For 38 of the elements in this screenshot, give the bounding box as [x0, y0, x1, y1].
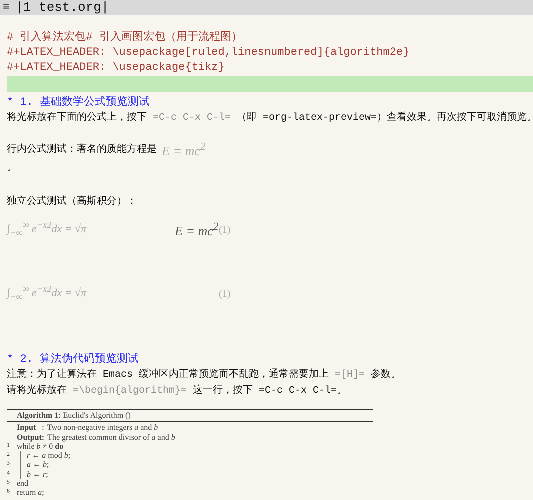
paragraph-text: 这一行，按下 =C-c C-x C-l=。 [192, 384, 348, 399]
io-text: Two non-negative integers a and b [47, 423, 158, 433]
paragraph-text: 。 [7, 162, 17, 176]
paragraph-text: 注意：为了让算法在 Emacs 缓冲区内正常预览而不乱跑，通常需要加上 [7, 368, 330, 383]
algorithm-step: end [17, 479, 29, 488]
paragraph-text: 将光标放在下面的公式上，按下 [7, 111, 148, 126]
formula-preview: E = mc$^{2}$ [162, 140, 206, 160]
algorithm-step: return a; [17, 488, 44, 498]
paragraph-text: 行内公式测试：著名的质能方程是 [7, 142, 157, 158]
paragraph-text: （即 =org-latex-preview=）查看效果。再次按下可取消预览。 [236, 111, 533, 126]
formula-preview: E = mc$^{2}$ [175, 220, 219, 240]
io-text: The greatest common divisor of a and b [48, 432, 176, 442]
heading[interactable]: * 1. 基础数学公式预览测试 [7, 96, 533, 111]
comment-line: #+LATEX_HEADER: \usepackage{tikz} [7, 61, 226, 76]
algorithm-step: a ← b; [27, 460, 50, 470]
io-separator: : [42, 423, 44, 433]
algorithm-step: while b ≠ 0 do [17, 442, 64, 452]
inline-code: =[H]= [335, 368, 366, 383]
heading[interactable]: * 2. 算法伪代码预览测试 [7, 353, 533, 368]
algorithm-step: b ← r; [27, 470, 48, 480]
paragraph-text: 请将光标放在 [7, 384, 68, 399]
comment-line: # 引入算法宏包# 引入画图宏包（用于流程图） [7, 31, 244, 46]
algorithm-caption: Euclid's Algorithm () [63, 411, 131, 420]
inline-code: =C-c C-x C-l= [153, 112, 232, 126]
algorithm-label: Algorithm 1: [17, 411, 62, 420]
algorithm-step: r ← a mod b; [27, 451, 71, 460]
menu-glyph[interactable]: ≡ [3, 2, 10, 14]
comment-line: #+LATEX_HEADER: \usepackage[ruled,linesnumbered]{algorithm2e} [7, 46, 411, 61]
equation-number: (1) [219, 288, 231, 302]
paragraph-text: 独立公式测试（高斯积分）： [7, 195, 137, 210]
io-label: Output: [17, 432, 45, 442]
inline-code: =\begin{algorithm}= [73, 384, 188, 399]
buffer-name: |1 test.org| [16, 0, 110, 15]
paragraph-text: 参数。 [370, 368, 402, 383]
equation-number: (1) [219, 224, 231, 238]
formula-preview: ∫$_{−∞}$$^{∞}$ e$^{−x2}$dx = √π [7, 219, 87, 240]
io-label: Input [17, 423, 36, 433]
formula-preview: ∫$_{−∞}$$^{∞}$ e$^{−x2}$dx = √π [7, 283, 87, 304]
